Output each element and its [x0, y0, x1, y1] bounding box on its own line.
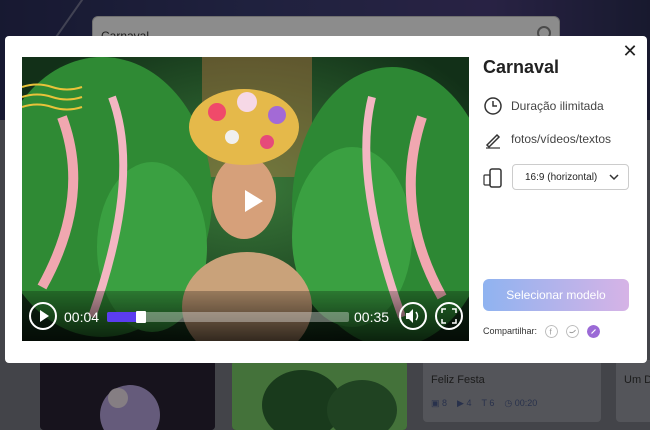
edit-icon [485, 133, 501, 149]
fullscreen-icon [435, 302, 463, 330]
close-icon: ✕ [622, 41, 638, 61]
feature-label: fotos/vídeos/textos [511, 132, 612, 146]
play-icon [29, 302, 57, 330]
template-preview-modal: ✕ 00:04 00:35 Carnaval Duração ilimitada… [5, 36, 647, 363]
clock-icon [484, 97, 502, 115]
center-play-button[interactable] [232, 182, 270, 220]
play-button[interactable] [28, 301, 58, 331]
volume-icon [399, 302, 427, 330]
progress-fill [107, 312, 137, 322]
progress-bar[interactable] [107, 311, 349, 323]
feature-label: Duração ilimitada [511, 99, 604, 113]
template-title: Carnaval [483, 57, 560, 77]
current-time: 00:04 [64, 309, 100, 325]
select-template-button[interactable]: Selecionar modelo [483, 279, 629, 311]
video-player[interactable]: 00:04 00:35 [22, 57, 469, 341]
volume-button[interactable] [398, 301, 428, 331]
fullscreen-button[interactable] [434, 301, 464, 331]
close-button[interactable]: ✕ [621, 42, 639, 60]
progress-handle[interactable] [136, 311, 147, 323]
aspect-ratio-value: 16:9 (horizontal) [525, 172, 598, 183]
facebook-icon[interactable]: f [545, 325, 558, 338]
play-icon [245, 190, 263, 212]
chevron-down-icon [609, 174, 619, 181]
feature-duration: Duração ilimitada [483, 95, 604, 117]
feature-media: fotos/vídeos/textos [483, 128, 611, 150]
aspect-ratio-icon [483, 168, 502, 188]
share-label: Compartilhar: [483, 326, 538, 336]
duration-time: 00:35 [354, 309, 390, 325]
twitter-icon[interactable] [566, 325, 579, 338]
link-icon[interactable] [587, 325, 600, 338]
video-controls: 00:04 00:35 [22, 291, 469, 341]
aspect-ratio-select[interactable]: 16:9 (horizontal) [512, 164, 629, 190]
svg-text:f: f [550, 328, 553, 337]
